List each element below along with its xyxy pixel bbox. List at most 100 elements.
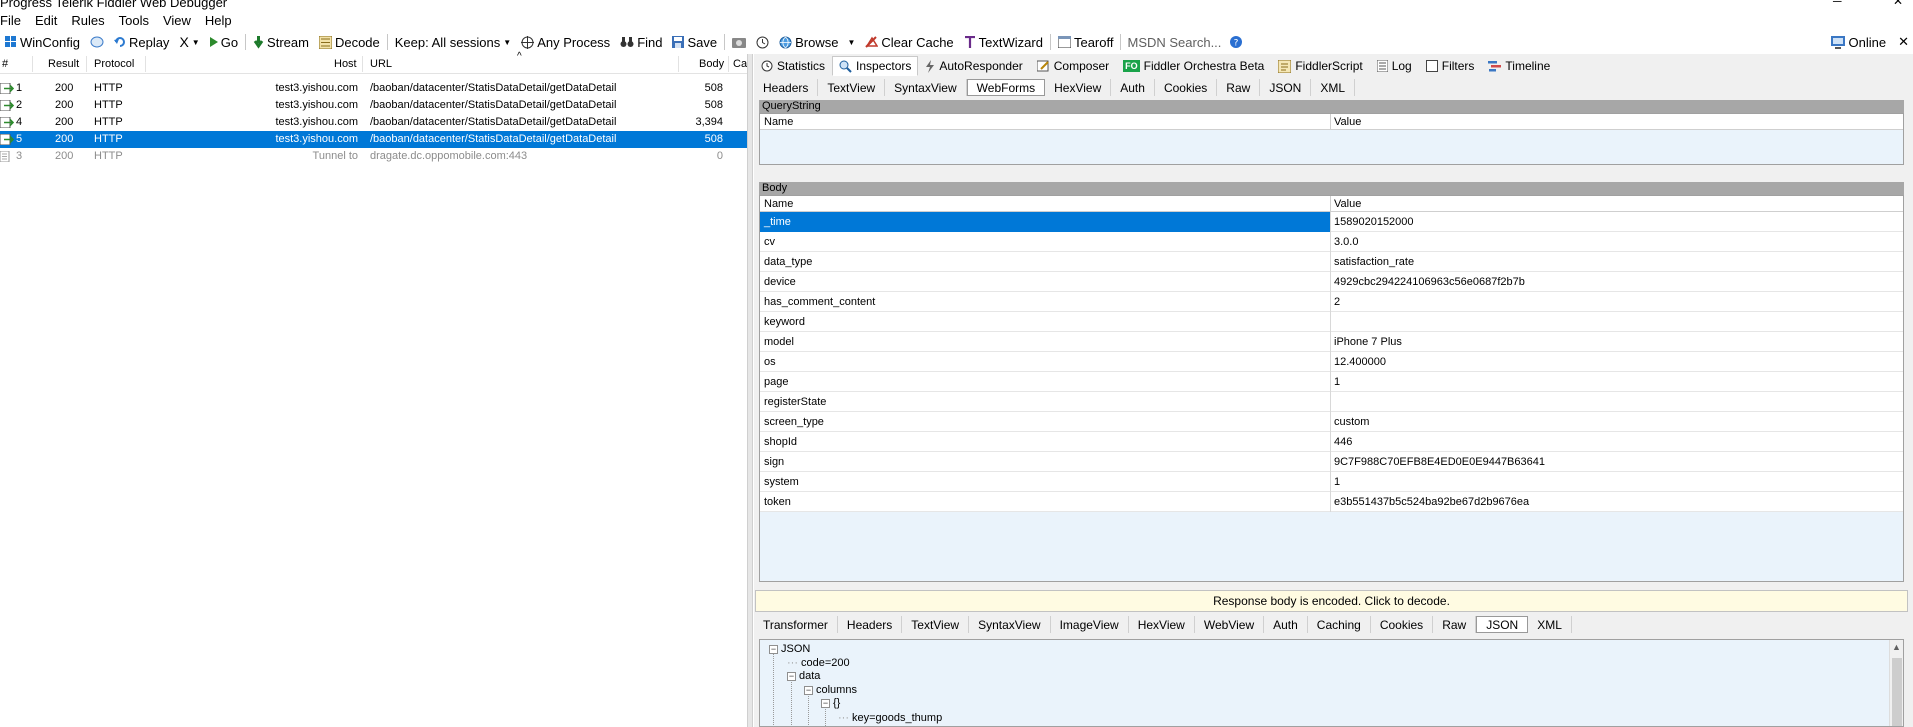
resp-tab-xml[interactable]: XML — [1528, 616, 1572, 633]
menu-file[interactable]: File — [0, 13, 28, 28]
remove-button[interactable]: X ▼ — [174, 32, 204, 52]
pane-splitter[interactable] — [747, 54, 753, 727]
tree-node-object[interactable]: − {} — [821, 697, 840, 709]
col-host[interactable]: Host — [334, 58, 357, 70]
resp-tab-webview[interactable]: WebView — [1195, 616, 1265, 633]
tab-inspectors[interactable]: Inspectors — [832, 56, 919, 76]
help-icon[interactable]: ? — [1229, 35, 1243, 49]
req-tab-headers[interactable]: Headers — [754, 79, 819, 96]
go-button[interactable]: Go — [205, 32, 243, 52]
menu-rules[interactable]: Rules — [71, 13, 111, 28]
session-row[interactable]: 4 200 HTTP test3.yishou.com /baoban/data… — [0, 114, 747, 131]
resp-tab-caching[interactable]: Caching — [1308, 616, 1371, 633]
resp-tab-textview[interactable]: TextView — [902, 616, 970, 633]
req-tab-auth[interactable]: Auth — [1111, 79, 1155, 96]
resp-tab-raw[interactable]: Raw — [1433, 616, 1477, 633]
tearoff-button[interactable]: Tearoff — [1053, 32, 1119, 52]
close-button[interactable]: ✕ — [1893, 0, 1903, 8]
tab-autoresponder[interactable]: AutoResponder — [918, 56, 1029, 76]
tab-filters[interactable]: Filters — [1419, 56, 1482, 76]
body-row[interactable]: page 1 — [760, 372, 1903, 392]
minimize-button[interactable]: ─ — [1833, 0, 1842, 8]
menu-view[interactable]: View — [163, 13, 198, 28]
resp-tab-hexview[interactable]: HexView — [1129, 616, 1195, 633]
req-tab-syntaxview[interactable]: SyntaxView — [885, 79, 967, 96]
clear-cache-button[interactable]: Clear Cache — [860, 32, 958, 52]
tab-fiddlerscript[interactable]: FiddlerScript — [1271, 56, 1369, 76]
body-row[interactable]: has_comment_content 2 — [760, 292, 1903, 312]
resp-tab-cookies[interactable]: Cookies — [1371, 616, 1434, 633]
req-tab-hexview[interactable]: HexView — [1045, 79, 1112, 96]
tab-composer[interactable]: Composer — [1030, 56, 1116, 76]
req-tab-xml[interactable]: XML — [1311, 79, 1356, 96]
textwizard-button[interactable]: TextWizard — [959, 32, 1048, 52]
req-tab-cookies[interactable]: Cookies — [1155, 79, 1218, 96]
tree-node-code[interactable]: ··· code=200 — [787, 657, 850, 669]
scrollbar-thumb[interactable] — [1892, 658, 1902, 726]
tab-timeline[interactable]: Timeline — [1481, 56, 1557, 76]
body-row[interactable]: os 12.400000 — [760, 352, 1903, 372]
req-tab-json[interactable]: JSON — [1260, 79, 1312, 96]
body-row[interactable]: model iPhone 7 Plus — [760, 332, 1903, 352]
tree-node-data[interactable]: − data — [787, 670, 820, 682]
body-row[interactable]: device 4929cbc294224106963c56e0687f2b7b — [760, 272, 1903, 292]
online-status[interactable]: Online ✕ — [1830, 31, 1913, 53]
body-row[interactable]: sign 9C7F988C70EFB8E4ED0E0E9447B63641 — [760, 452, 1903, 472]
replay-button[interactable]: Replay — [109, 32, 174, 52]
collapse-icon[interactable]: − — [787, 671, 796, 681]
vertical-scrollbar[interactable]: ▲ — [1889, 640, 1903, 726]
body-row[interactable]: keyword — [760, 312, 1903, 332]
browse-button[interactable]: Browse ▼ — [774, 32, 860, 52]
screenshot-button[interactable] — [727, 32, 751, 52]
timer-button[interactable] — [751, 32, 774, 52]
session-row[interactable]: 1 200 HTTP test3.yishou.com /baoban/data… — [0, 80, 747, 97]
body-row[interactable]: cv 3.0.0 — [760, 232, 1903, 252]
menu-edit[interactable]: Edit — [35, 13, 64, 28]
keep-sessions-dropdown[interactable]: Keep: All sessions ▼ — [390, 32, 516, 52]
collapse-icon[interactable]: − — [804, 685, 813, 695]
winconfig-button[interactable]: WinConfig — [0, 32, 85, 52]
menu-tools[interactable]: Tools — [119, 13, 156, 28]
session-row[interactable]: 3 200 HTTP Tunnel to dragate.dc.oppomobi… — [0, 148, 747, 165]
body-row[interactable]: screen_type custom — [760, 412, 1903, 432]
stream-button[interactable]: Stream — [248, 32, 314, 52]
any-process-button[interactable]: Any Process — [516, 32, 615, 52]
session-row-selected[interactable]: 5 200 HTTP test3.yishou.com /baoban/data… — [0, 131, 747, 148]
resp-tab-auth[interactable]: Auth — [1264, 616, 1308, 633]
decode-button[interactable]: Decode — [314, 32, 385, 52]
save-button[interactable]: Save — [667, 32, 722, 52]
resp-tab-headers[interactable]: Headers — [838, 616, 903, 633]
col-url[interactable]: URL — [370, 58, 392, 70]
body-row[interactable]: token e3b551437b5c524ba92be67d2b9676ea — [760, 492, 1903, 512]
body-row[interactable]: data_type satisfaction_rate — [760, 252, 1903, 272]
collapse-icon[interactable]: − — [769, 644, 778, 654]
close-icon[interactable]: ✕ — [1898, 34, 1909, 50]
tab-fiddler-orchestra[interactable]: FO Fiddler Orchestra Beta — [1116, 56, 1271, 76]
col-number[interactable]: # — [2, 58, 8, 70]
comment-button[interactable] — [85, 32, 109, 52]
menu-help[interactable]: Help — [205, 13, 239, 28]
req-tab-webforms[interactable]: WebForms — [966, 79, 1046, 96]
body-row[interactable]: registerState — [760, 392, 1903, 412]
col-protocol[interactable]: Protocol — [94, 58, 134, 70]
req-tab-textview[interactable]: TextView — [818, 79, 886, 96]
body-row[interactable]: system 1 — [760, 472, 1903, 492]
decode-response-bar[interactable]: Response body is encoded. Click to decod… — [755, 590, 1908, 612]
tree-node-key[interactable]: ··· key=goods_thump — [838, 712, 942, 724]
session-row[interactable]: 2 200 HTTP test3.yishou.com /baoban/data… — [0, 97, 747, 114]
body-row[interactable]: shopId 446 — [760, 432, 1903, 452]
body-row-selected[interactable]: _time 1589020152000 — [760, 212, 1903, 232]
resp-tab-syntaxview[interactable]: SyntaxView — [969, 616, 1051, 633]
tree-node-root[interactable]: − JSON — [769, 643, 810, 655]
col-body[interactable]: Body — [699, 58, 724, 70]
resp-tab-imageview[interactable]: ImageView — [1051, 616, 1129, 633]
col-result[interactable]: Result — [48, 58, 79, 70]
tab-statistics[interactable]: Statistics — [754, 56, 832, 76]
find-button[interactable]: Find — [615, 32, 667, 52]
tree-node-columns[interactable]: − columns — [804, 684, 857, 696]
msdn-search-input[interactable]: MSDN Search... — [1127, 35, 1221, 50]
col-caching[interactable]: Ca — [733, 58, 747, 70]
resp-tab-json[interactable]: JSON — [1476, 616, 1529, 633]
collapse-icon[interactable]: − — [821, 698, 830, 708]
resp-tab-transformer[interactable]: Transformer — [754, 616, 838, 633]
